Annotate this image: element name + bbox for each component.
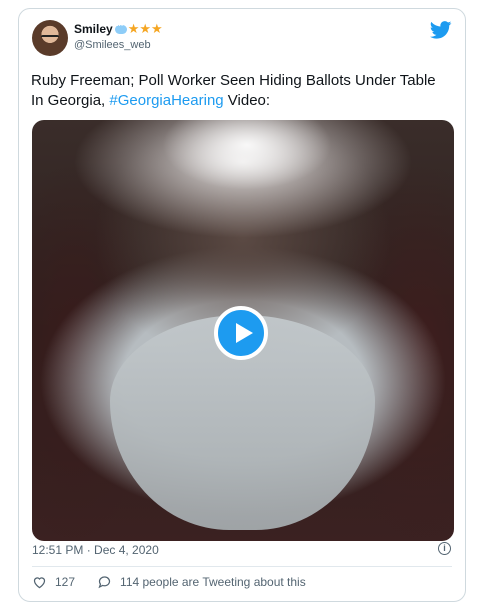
action-bar: 127 114 people are Tweeting about this	[32, 575, 328, 589]
tweet-text-part2: Video:	[223, 92, 271, 109]
star-badges: ★★★	[127, 21, 163, 36]
twitter-bird-icon[interactable]	[430, 21, 452, 39]
author-display-name[interactable]: Smiley	[74, 22, 113, 36]
hashtag-link[interactable]: #GeorgiaHearing	[109, 92, 223, 109]
play-icon[interactable]	[214, 306, 268, 360]
tweet-text: Ruby Freeman; Poll Worker Seen Hiding Ba…	[31, 71, 451, 111]
video-light-glare	[162, 120, 332, 190]
speech-bubble-icon	[114, 20, 127, 34]
tweet-timestamp[interactable]: 12:51 PM · Dec 4, 2020	[32, 543, 159, 557]
conversation-label: 114 people are Tweeting about this	[120, 575, 306, 589]
like-button[interactable]: 127	[32, 575, 75, 589]
reply-icon	[98, 576, 111, 589]
avatar-glasses	[41, 35, 59, 42]
conversation-button[interactable]: 114 people are Tweeting about this	[97, 575, 306, 589]
author-handle[interactable]: @Smilees_web	[74, 39, 151, 51]
like-count: 127	[55, 575, 76, 589]
avatar[interactable]	[32, 20, 68, 56]
info-icon[interactable]: i	[438, 542, 451, 555]
tweet-card[interactable]: Smiley ★★★ @Smilees_web Ruby Freeman; Po…	[18, 8, 466, 602]
heart-icon	[33, 577, 46, 589]
divider	[32, 566, 452, 567]
video-player[interactable]	[32, 120, 454, 541]
author-name-row: Smiley ★★★	[74, 20, 163, 37]
